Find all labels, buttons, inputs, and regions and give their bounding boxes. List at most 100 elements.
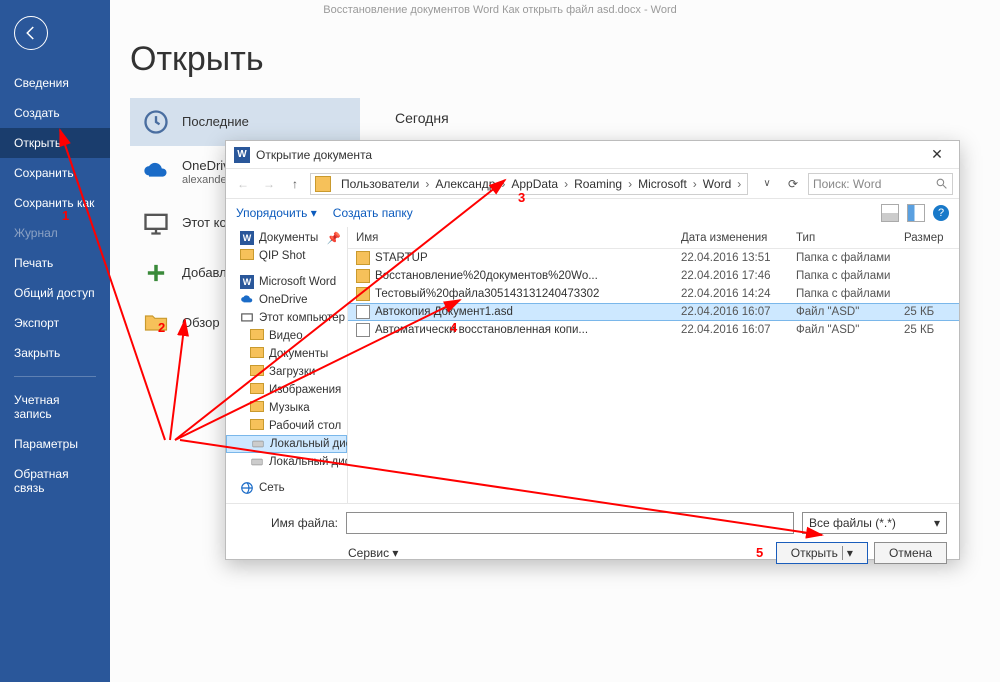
tree-item[interactable]: Видео: [226, 327, 347, 345]
nav-item[interactable]: Журнал: [0, 218, 110, 248]
cancel-button[interactable]: Отмена: [874, 542, 947, 564]
nav-item[interactable]: Сведения: [0, 68, 110, 98]
file-icon: [356, 323, 370, 337]
disk-icon: [251, 437, 265, 451]
nav-item[interactable]: Создать: [0, 98, 110, 128]
net-icon: [240, 481, 254, 495]
folder-icon: [356, 287, 370, 301]
folder-icon: [250, 401, 264, 415]
nav-item[interactable]: Открыть: [0, 128, 110, 158]
cloud-icon: [240, 293, 254, 307]
file-row[interactable]: Автокопия Документ1.asd22.04.2016 16:07Ф…: [348, 303, 959, 321]
nav-footer-item[interactable]: Обратная связь: [0, 459, 110, 503]
file-list[interactable]: STARTUP22.04.2016 13:51Папка с файламиВо…: [348, 249, 959, 503]
breadcrumb[interactable]: Пользователи›Александр›AppData›Roaming›M…: [310, 173, 748, 195]
new-folder-button[interactable]: Создать папку: [333, 206, 413, 220]
folder-icon: [315, 176, 331, 192]
tree-item[interactable]: Этот компьютер: [226, 309, 347, 327]
folder-icon: [250, 419, 264, 433]
location-icon: [142, 158, 170, 186]
col-header-name[interactable]: Имя: [348, 232, 681, 244]
word-icon: W: [234, 147, 250, 163]
file-list-header[interactable]: Имя Дата изменения Тип Размер: [348, 227, 959, 249]
tree-item[interactable]: Сеть: [226, 479, 347, 497]
dialog-nav: ← → ↑ Пользователи›Александр›AppData›Roa…: [226, 169, 959, 199]
tree-item[interactable]: Рабочий стол: [226, 417, 347, 435]
folder-icon: [250, 383, 264, 397]
page-title: Открыть: [130, 40, 264, 79]
file-row[interactable]: Автоматически восстановленная копи...22.…: [348, 321, 959, 339]
folder-tree[interactable]: WДокументы📌QIP Shot WMicrosoft WordOneDri…: [226, 227, 348, 503]
folder-icon: [356, 269, 370, 283]
history-dropdown-icon[interactable]: ∨: [756, 173, 778, 195]
col-header-type[interactable]: Тип: [796, 232, 904, 244]
open-button[interactable]: Открыть▾: [776, 542, 868, 564]
nav-item[interactable]: Экспорт: [0, 308, 110, 338]
nav-up-icon[interactable]: ↑: [284, 173, 306, 195]
pc-icon: [240, 311, 254, 325]
folder-icon: [240, 249, 254, 263]
tree-item[interactable]: Музыка: [226, 399, 347, 417]
location-icon: [142, 209, 170, 237]
service-menu[interactable]: Сервис ▾: [348, 546, 398, 560]
dialog-titlebar: W Открытие документа ✕: [226, 141, 959, 169]
location-icon: [142, 309, 170, 337]
close-icon[interactable]: ✕: [919, 146, 955, 163]
nav-item[interactable]: Закрыть: [0, 338, 110, 368]
nav-item[interactable]: Сохранить: [0, 158, 110, 188]
backstage-sidebar: СведенияСоздатьОткрытьСохранитьСохранить…: [0, 0, 110, 682]
app-title: Восстановление документов Word Как откры…: [0, 4, 1000, 16]
nav-item[interactable]: Сохранить как: [0, 188, 110, 218]
nav-back-icon[interactable]: ←: [232, 173, 254, 195]
preview-pane-icon[interactable]: [907, 204, 925, 222]
nav-item[interactable]: Общий доступ: [0, 278, 110, 308]
breadcrumb-item[interactable]: Word: [697, 177, 737, 191]
tree-item[interactable]: Загрузки: [226, 363, 347, 381]
col-header-date[interactable]: Дата изменения: [681, 232, 796, 244]
nav-forward-icon[interactable]: →: [258, 173, 280, 195]
file-type-select[interactable]: Все файлы (*.*)▾: [802, 512, 947, 534]
tree-item[interactable]: QIP Shot: [226, 247, 347, 265]
nav-footer-item[interactable]: Параметры: [0, 429, 110, 459]
nav-separator: [14, 376, 96, 377]
open-file-dialog: W Открытие документа ✕ ← → ↑ Пользовател…: [225, 140, 960, 560]
file-row[interactable]: STARTUP22.04.2016 13:51Папка с файлами: [348, 249, 959, 267]
breadcrumb-item[interactable]: Пользователи: [335, 177, 425, 191]
refresh-icon[interactable]: ⟳: [782, 177, 804, 191]
breadcrumb-item[interactable]: Александр: [429, 177, 501, 191]
nav-footer-item[interactable]: Учетная запись: [0, 385, 110, 429]
back-button[interactable]: [14, 16, 48, 50]
tree-item[interactable]: Документы: [226, 345, 347, 363]
filename-label: Имя файла:: [238, 516, 338, 530]
dialog-toolbar: Упорядочить ▾ Создать папку ?: [226, 199, 959, 227]
recent-heading: Сегодня: [395, 110, 449, 126]
folder-icon: [250, 329, 264, 343]
view-icon[interactable]: [881, 204, 899, 222]
location-icon: [142, 259, 170, 287]
tree-item[interactable]: Локальный диск: [226, 435, 347, 453]
search-placeholder: Поиск: Word: [813, 177, 881, 191]
nav-item[interactable]: Печать: [0, 248, 110, 278]
search-icon: [935, 177, 948, 190]
dialog-title: Открытие документа: [256, 148, 372, 162]
location-icon: [142, 108, 170, 136]
organize-menu[interactable]: Упорядочить ▾: [236, 206, 317, 220]
filename-input[interactable]: [346, 512, 794, 534]
location-tile[interactable]: Последние: [130, 98, 360, 146]
help-icon[interactable]: ?: [933, 205, 949, 221]
file-type-value: Все файлы (*.*): [809, 516, 896, 530]
file-row[interactable]: Тестовый%20файла30514313124047330222.04.…: [348, 285, 959, 303]
breadcrumb-item[interactable]: AppData: [505, 177, 564, 191]
tree-item[interactable]: Локальный диск: [226, 453, 347, 471]
tree-item[interactable]: WДокументы📌: [226, 229, 347, 247]
folder-icon: [356, 251, 370, 265]
file-row[interactable]: Восстановление%20документов%20Wo...22.04…: [348, 267, 959, 285]
breadcrumb-item[interactable]: Microsoft: [632, 177, 693, 191]
tree-item[interactable]: WMicrosoft Word: [226, 273, 347, 291]
tree-item[interactable]: Изображения: [226, 381, 347, 399]
search-input[interactable]: Поиск: Word: [808, 173, 953, 195]
tree-item[interactable]: OneDrive: [226, 291, 347, 309]
col-header-size[interactable]: Размер: [904, 232, 959, 244]
breadcrumb-item[interactable]: Roaming: [568, 177, 628, 191]
dialog-bottom: Имя файла: Все файлы (*.*)▾ Сервис ▾ Отк…: [226, 503, 959, 572]
